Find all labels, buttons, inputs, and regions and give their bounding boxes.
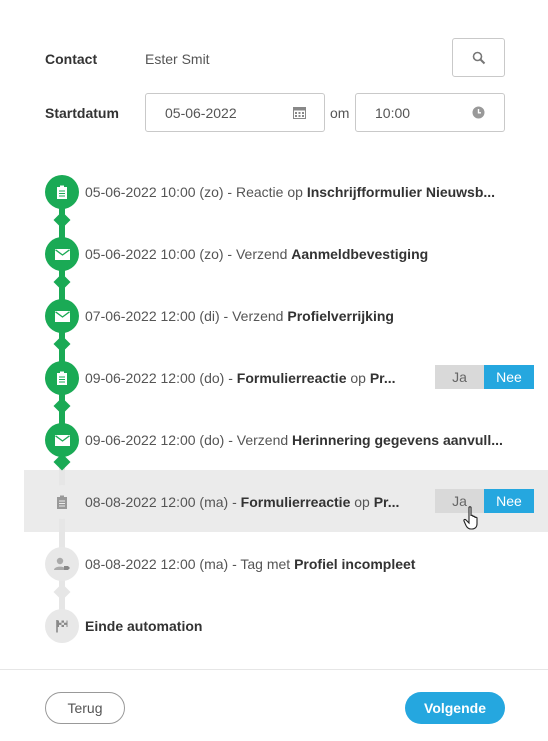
om-label: om [330, 105, 350, 121]
form-icon [57, 371, 67, 385]
envelope-icon [54, 248, 70, 260]
chevron-down-icon [53, 273, 71, 291]
form-icon [57, 185, 67, 199]
date-input[interactable]: 05-06-2022 [145, 93, 275, 132]
timeline-item: 05-06-2022 10:00 (zo) - Reactie op Insch… [85, 184, 496, 200]
envelope-icon [54, 434, 70, 446]
timeline-node [45, 175, 79, 209]
hand-cursor-icon [463, 506, 478, 530]
timeline-item: Einde automation [85, 618, 203, 634]
contact-search-button[interactable] [452, 38, 505, 77]
timeline-item: 05-06-2022 10:00 (zo) - Verzend Aanmeldb… [85, 246, 429, 262]
nee-button[interactable]: Nee [484, 489, 534, 513]
flag-icon [56, 620, 68, 633]
calendar-icon [292, 107, 306, 119]
contact-label: Contact [45, 51, 98, 67]
ja-button[interactable]: Ja [435, 365, 484, 389]
clock-button[interactable] [452, 93, 505, 132]
chevron-down-icon [53, 583, 71, 601]
envelope-icon [54, 310, 70, 322]
chevron-down-icon [53, 211, 71, 229]
calendar-button[interactable] [274, 93, 325, 132]
timeline-node [45, 609, 79, 643]
timeline-item: 09-06-2022 12:00 (do) - Verzend Herinner… [85, 432, 503, 448]
timeline-item: 08-08-2022 12:00 (ma) - Tag met Profiel … [85, 556, 416, 572]
search-icon [472, 51, 485, 64]
next-button[interactable]: Volgende [405, 692, 505, 724]
user-tag-icon [54, 557, 70, 570]
timeline-item: 09-06-2022 12:00 (do) - Formulierreactie… [85, 370, 396, 386]
startdatum-label: Startdatum [45, 105, 119, 121]
nee-button[interactable]: Nee [484, 365, 534, 389]
timeline-node [45, 237, 79, 271]
timeline-node [45, 547, 79, 581]
chevron-down-icon [53, 397, 71, 415]
chevron-down-icon [53, 335, 71, 353]
clock-icon [472, 106, 484, 119]
yes-no-toggle[interactable]: Ja Nee [435, 365, 534, 389]
time-input[interactable]: 10:00 [355, 93, 453, 132]
timeline-node [45, 485, 79, 519]
timeline-item: 08-08-2022 12:00 (ma) - Formulierreactie… [85, 494, 400, 510]
footer-divider [0, 669, 548, 670]
timeline-node [45, 361, 79, 395]
contact-value: Ester Smit [145, 51, 210, 67]
back-button[interactable]: Terug [45, 692, 125, 724]
timeline-node [45, 423, 79, 457]
yes-no-toggle[interactable]: Ja Nee [435, 489, 534, 513]
form-icon [57, 495, 67, 509]
timeline-item: 07-06-2022 12:00 (di) - Verzend Profielv… [85, 308, 394, 324]
timeline-node [45, 299, 79, 333]
